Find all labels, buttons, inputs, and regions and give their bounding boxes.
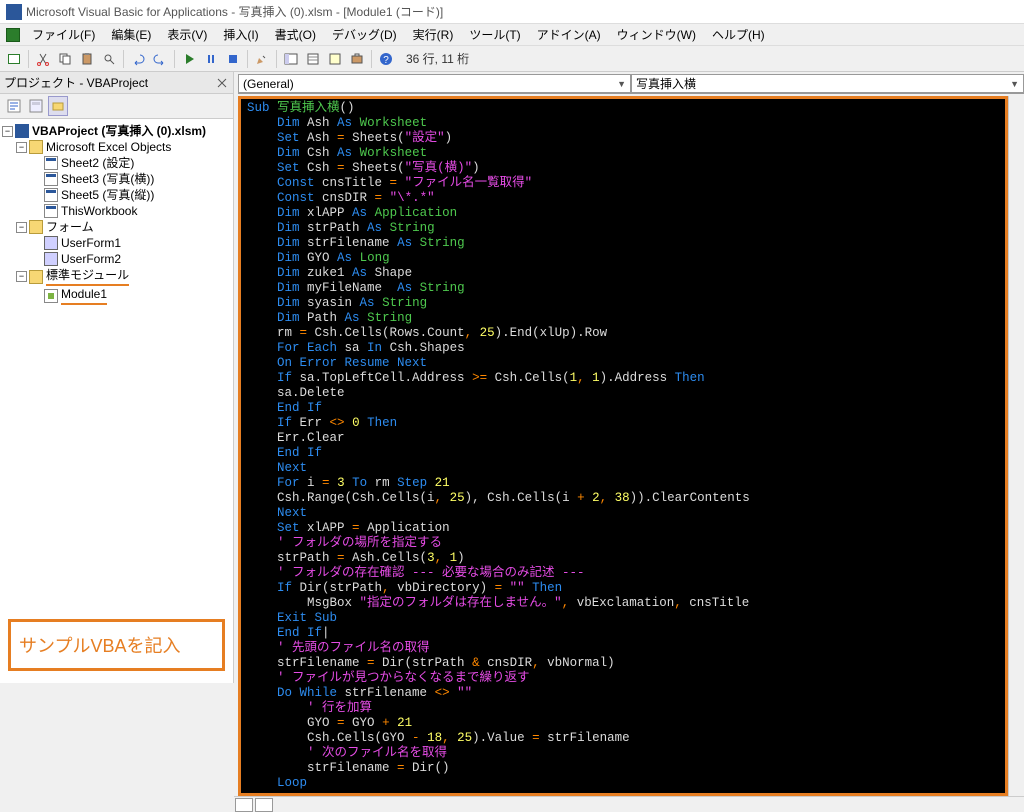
tree-node[interactable]: UserForm1 [2,235,231,251]
cut-button[interactable] [33,49,53,69]
title-bar: Microsoft Visual Basic for Applications … [0,0,1024,24]
form-icon [44,236,58,250]
tree-label: 標準モジュール [46,267,129,286]
panel-close-icon[interactable] [215,76,229,90]
folder-icon [29,140,43,154]
design-mode-button[interactable] [252,49,272,69]
paste-button[interactable] [77,49,97,69]
folder-icon [29,220,43,234]
run-button[interactable] [179,49,199,69]
collapse-icon[interactable]: − [2,126,13,137]
project-tree[interactable]: −VBAProject (写真挿入 (0).xlsm)−Microsoft Ex… [0,119,233,607]
tree-label: Sheet3 (写真(横)) [61,171,154,187]
panel-title-label: プロジェクト - VBAProject [4,74,148,91]
tree-label: UserForm1 [61,235,121,251]
toolbar: ? 36 行, 11 桁 [0,46,1024,72]
tree-node[interactable]: Sheet5 (写真(縦)) [2,187,231,203]
properties-button[interactable] [303,49,323,69]
sheet-icon [44,204,58,218]
panel-title-bar: プロジェクト - VBAProject [0,72,233,94]
tree-label: Module1 [61,286,107,305]
object-browser-button[interactable] [325,49,345,69]
tree-node[interactable]: − VBAProject (写真挿入 (0).xlsm) [2,123,231,139]
tree-node[interactable]: Module1 [2,286,231,305]
tree-label: UserForm2 [61,251,121,267]
proj-icon [15,124,29,138]
collapse-icon[interactable]: − [16,222,27,233]
annotation-callout: サンプルVBAを記入 [8,619,225,671]
sheet-icon [44,156,58,170]
tree-node[interactable]: − フォーム [2,219,231,235]
tree-label: Sheet2 (設定) [61,155,134,171]
tree-label: Microsoft Excel Objects [46,139,171,155]
object-dropdown[interactable]: (General) ▼ [238,74,631,93]
code-editor[interactable]: Sub 写真挿入横() Dim Ash As Worksheet Set Ash… [238,96,1008,796]
menu-format[interactable]: 書式(O) [267,24,324,45]
collapse-icon[interactable]: − [16,142,27,153]
cursor-position: 36 行, 11 桁 [406,50,469,67]
vertical-scrollbar[interactable] [1008,96,1024,796]
collapse-icon[interactable]: − [16,271,27,282]
folder-icon [29,270,43,284]
procedure-view-button[interactable] [235,798,253,812]
procedure-dropdown-value: 写真挿入横 [636,75,696,92]
menu-view[interactable]: 表示(V) [159,24,215,45]
tree-node[interactable]: ThisWorkbook [2,203,231,219]
tree-node[interactable]: Sheet2 (設定) [2,155,231,171]
toolbox-button[interactable] [347,49,367,69]
panel-toolbar [0,94,233,119]
menu-tools[interactable]: ツール(T) [461,24,528,45]
menu-addins[interactable]: アドイン(A) [529,24,609,45]
menu-edit[interactable]: 編集(E) [103,24,159,45]
view-excel-button[interactable] [4,49,24,69]
app-icon [6,4,22,20]
chevron-down-icon: ▼ [617,79,626,89]
tree-node[interactable]: UserForm2 [2,251,231,267]
svg-text:?: ? [383,55,389,66]
reset-button[interactable] [223,49,243,69]
toggle-folders-button[interactable] [48,96,68,116]
code-pane: (General) ▼ 写真挿入横 ▼ Sub 写真挿入横() Dim Ash … [234,72,1024,683]
tree-label: Sheet5 (写真(縦)) [61,187,154,203]
tree-label: ThisWorkbook [61,203,137,219]
find-button[interactable] [99,49,119,69]
module-icon [44,289,58,303]
procedure-dropdown[interactable]: 写真挿入横 ▼ [631,74,1024,93]
menu-bar: ファイル(F) 編集(E) 表示(V) 挿入(I) 書式(O) デバッグ(D) … [0,24,1024,46]
view-code-button[interactable] [4,96,24,116]
break-button[interactable] [201,49,221,69]
project-explorer-panel: プロジェクト - VBAProject −VBAProject (写真挿入 (0… [0,72,234,683]
view-object-button[interactable] [26,96,46,116]
chevron-down-icon: ▼ [1010,79,1019,89]
help-button[interactable]: ? [376,49,396,69]
window-title: Microsoft Visual Basic for Applications … [26,3,443,20]
menu-run[interactable]: 実行(R) [405,24,462,45]
menu-window[interactable]: ウィンドウ(W) [609,24,704,45]
full-module-view-button[interactable] [255,798,273,812]
menu-help[interactable]: ヘルプ(H) [704,24,773,45]
excel-icon [6,28,20,42]
form-icon [44,252,58,266]
object-dropdown-value: (General) [243,77,294,91]
menu-debug[interactable]: デバッグ(D) [324,24,405,45]
view-switcher [234,796,1024,812]
tree-node[interactable]: − 標準モジュール [2,267,231,286]
tree-label: フォーム [46,219,94,235]
menu-file[interactable]: ファイル(F) [24,24,103,45]
redo-button[interactable] [150,49,170,69]
copy-button[interactable] [55,49,75,69]
tree-label: VBAProject (写真挿入 (0).xlsm) [32,123,206,139]
sheet-icon [44,188,58,202]
undo-button[interactable] [128,49,148,69]
menu-insert[interactable]: 挿入(I) [215,24,266,45]
tree-node[interactable]: − Microsoft Excel Objects [2,139,231,155]
tree-node[interactable]: Sheet3 (写真(横)) [2,171,231,187]
sheet-icon [44,172,58,186]
project-explorer-button[interactable] [281,49,301,69]
